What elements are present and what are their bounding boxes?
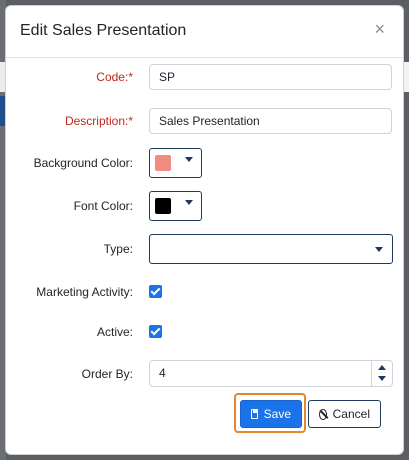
save-icon [251,409,258,419]
type-label: Type: [103,242,133,256]
chevron-down-icon[interactable] [378,376,386,381]
type-select[interactable] [149,234,393,264]
active-label: Active: [96,325,133,339]
font-color-swatch [155,198,171,214]
chevron-down-icon [185,200,193,205]
chevron-down-icon [185,157,193,162]
dialog-title: Edit Sales Presentation [20,22,187,39]
dialog-header: Edit Sales Presentation × [6,6,403,58]
edit-dialog: Edit Sales Presentation × Code:* SP Desc… [5,5,404,455]
font-color-picker[interactable] [149,191,202,221]
save-button-label: Save [263,407,291,421]
code-row: Code:* SP [6,62,403,92]
order-by-value: 4 [159,366,166,380]
description-row: Description:* Sales Presentation [6,106,403,136]
background-color-label: Background Color: [33,156,133,170]
save-button[interactable]: Save [240,400,302,428]
backdrop-element [404,62,409,92]
active-row: Active: [6,317,403,347]
marketing-activity-checkbox[interactable] [149,285,162,298]
close-icon[interactable]: × [374,20,385,38]
font-color-row: Font Color: [6,191,403,221]
code-input[interactable]: SP [149,64,392,90]
chevron-up-icon[interactable] [378,365,386,370]
marketing-activity-label: Marketing Activity: [36,285,133,299]
code-label: Code:* [96,70,133,84]
description-label: Description:* [64,114,133,128]
active-checkbox[interactable] [149,325,162,338]
type-row: Type: [6,234,403,264]
background-color-swatch [155,155,171,171]
cancel-button[interactable]: Cancel [308,400,381,428]
ban-icon [319,408,327,420]
background-color-picker[interactable] [149,148,202,178]
description-input[interactable]: Sales Presentation [149,108,392,134]
order-by-label: Order By: [81,367,133,381]
order-by-stepper[interactable] [371,361,392,386]
font-color-label: Font Color: [73,199,133,213]
order-by-input[interactable]: 4 [149,360,393,387]
background-color-row: Background Color: [6,148,403,178]
chevron-down-icon [375,247,383,252]
order-by-row: Order By: 4 [6,359,403,389]
cancel-button-label: Cancel [332,407,370,421]
marketing-activity-row: Marketing Activity: [6,277,403,307]
